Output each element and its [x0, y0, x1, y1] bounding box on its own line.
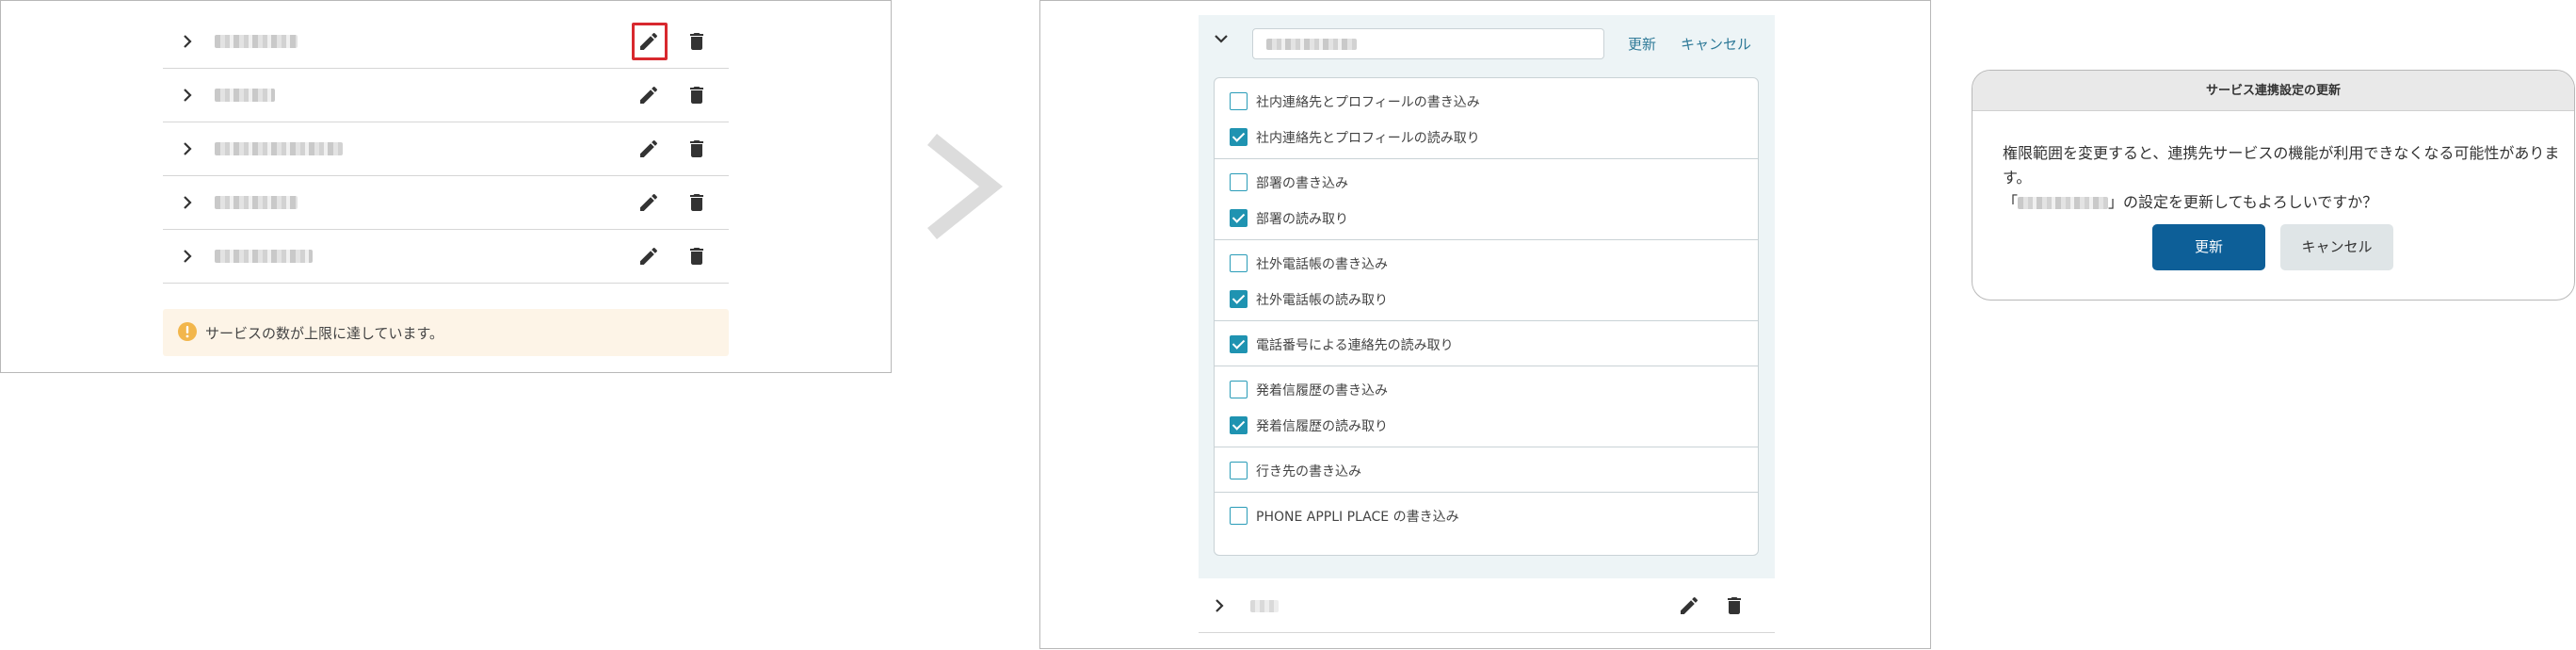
permission-checkbox[interactable] — [1230, 290, 1248, 308]
update-confirm-dialog: サービス連携設定の更新 権限範囲を変更すると、連携先サービスの機能が利用できなく… — [1972, 70, 2575, 301]
dialog-message: 権限範囲を変更すると、連携先サービスの機能が利用できなくなる可能性がありま す。… — [2003, 141, 2568, 215]
permission-label: 発着信履歴の書き込み — [1256, 383, 1388, 398]
trash-icon[interactable] — [685, 30, 708, 53]
trash-icon[interactable] — [685, 84, 708, 106]
permission-group: 社外電話帳の書き込み 社外電話帳の読み取り — [1215, 240, 1758, 321]
permission-checkbox[interactable] — [1230, 173, 1248, 191]
service-name-redacted — [2018, 197, 2109, 209]
trash-icon[interactable] — [685, 191, 708, 214]
permission-item[interactable]: 部署の書き込み — [1215, 164, 1758, 200]
permission-checkbox[interactable] — [1230, 128, 1248, 146]
service-name-redacted — [215, 250, 313, 263]
service-row[interactable] — [163, 15, 729, 69]
pencil-icon[interactable] — [637, 84, 660, 106]
permission-group: 部署の書き込み 部署の読み取り — [1215, 159, 1758, 240]
notice-text: サービスの数が上限に達しています。 — [205, 325, 444, 342]
permission-checkbox[interactable] — [1230, 335, 1248, 353]
permission-label: 部署の読み取り — [1256, 212, 1348, 227]
permission-checkbox[interactable] — [1230, 416, 1248, 434]
permission-label: 社内連絡先とプロフィールの書き込み — [1256, 95, 1480, 110]
service-row[interactable] — [163, 176, 729, 230]
permission-group: 電話番号による連絡先の読み取り — [1215, 321, 1758, 366]
permission-checkbox[interactable] — [1230, 254, 1248, 272]
permission-item[interactable]: 社外電話帳の書き込み — [1215, 245, 1758, 281]
update-button[interactable]: 更新 — [2152, 224, 2265, 270]
warning-icon — [178, 322, 197, 341]
pencil-icon[interactable] — [637, 138, 660, 160]
chevron-right-icon[interactable] — [180, 248, 195, 265]
permission-label: 社外電話帳の書き込み — [1256, 257, 1388, 272]
service-edit-form: 更新 キャンセル 社内連絡先とプロフィールの書き込み 社内連絡先とプロフィールの… — [1199, 15, 1775, 578]
dialog-message-line: 権限範囲を変更すると、連携先サービスの機能が利用できなくなる可能性がありま — [2003, 144, 2560, 162]
service-name-redacted — [215, 142, 343, 155]
permission-label: 発着信履歴の読み取り — [1256, 419, 1388, 434]
permission-item[interactable]: 社内連絡先とプロフィールの読み取り — [1215, 119, 1758, 154]
dialog-message-line: す。 — [2003, 169, 2032, 187]
service-name-redacted — [215, 196, 298, 209]
service-name-redacted — [1250, 600, 1279, 612]
cancel-button[interactable]: キャンセル — [2280, 224, 2393, 270]
permission-checkbox[interactable] — [1230, 381, 1248, 398]
service-row[interactable] — [1199, 579, 1775, 633]
permission-item[interactable]: 部署の読み取り — [1215, 200, 1758, 236]
permission-item[interactable]: 社外電話帳の読み取り — [1215, 281, 1758, 317]
permission-item[interactable]: 社内連絡先とプロフィールの書き込み — [1215, 83, 1758, 119]
dialog-message-line: 「 」の設定を更新してもよろしいですか？ — [2003, 190, 2568, 215]
chevron-right-arrow-icon — [927, 134, 1003, 239]
chevron-right-icon[interactable] — [1212, 597, 1227, 614]
confirm-question: 」の設定を更新してもよろしいですか？ — [2108, 193, 2378, 211]
service-name-redacted — [215, 35, 298, 48]
service-row[interactable] — [163, 69, 729, 122]
permission-label: 社外電話帳の読み取り — [1256, 293, 1388, 308]
chevron-right-icon[interactable] — [180, 87, 195, 104]
permission-label: 部署の書き込み — [1256, 176, 1348, 191]
service-row[interactable] — [163, 122, 729, 176]
permission-group: PHONE APPLI PLACE の書き込み — [1215, 493, 1758, 537]
permission-checkbox[interactable] — [1230, 507, 1248, 525]
quote-open: 「 — [2003, 193, 2019, 211]
pencil-icon[interactable] — [637, 191, 660, 214]
trash-icon[interactable] — [1723, 594, 1746, 617]
service-name-redacted — [1266, 39, 1357, 50]
chevron-right-icon[interactable] — [180, 33, 195, 50]
permission-item[interactable]: 発着信履歴の読み取り — [1215, 407, 1758, 443]
permission-item[interactable]: 電話番号による連絡先の読み取り — [1215, 326, 1758, 362]
permission-label: 電話番号による連絡先の読み取り — [1256, 338, 1454, 353]
chevron-right-icon[interactable] — [180, 140, 195, 157]
pencil-icon[interactable] — [637, 245, 660, 268]
permission-checkbox[interactable] — [1230, 462, 1248, 479]
service-name-redacted — [215, 89, 275, 102]
trash-icon[interactable] — [685, 245, 708, 268]
service-row[interactable] — [163, 230, 729, 284]
service-name-input[interactable] — [1252, 28, 1604, 59]
chevron-right-icon[interactable] — [180, 194, 195, 211]
update-link[interactable]: 更新 — [1628, 34, 1656, 54]
dialog-title: サービス連携設定の更新 — [1972, 71, 2574, 111]
chevron-down-icon[interactable] — [1212, 33, 1231, 46]
permission-item[interactable]: 行き先の書き込み — [1215, 452, 1758, 488]
trash-icon[interactable] — [685, 138, 708, 160]
permission-label: 社内連絡先とプロフィールの読み取り — [1256, 131, 1480, 146]
permission-checkbox[interactable] — [1230, 92, 1248, 110]
service-list — [163, 15, 729, 284]
permission-group: 社内連絡先とプロフィールの書き込み 社内連絡先とプロフィールの読み取り — [1215, 78, 1758, 159]
permission-group: 行き先の書き込み — [1215, 447, 1758, 493]
permission-list: 社内連絡先とプロフィールの書き込み 社内連絡先とプロフィールの読み取り 部署の書… — [1214, 77, 1759, 556]
pencil-icon[interactable] — [637, 30, 660, 53]
permission-group: 発着信履歴の書き込み 発着信履歴の読み取り — [1215, 366, 1758, 447]
permission-label: PHONE APPLI PLACE の書き込み — [1256, 510, 1459, 525]
limit-notice: サービスの数が上限に達しています。 — [163, 309, 729, 356]
service-list-panel: サービスの数が上限に達しています。 — [0, 0, 892, 373]
pencil-icon[interactable] — [1678, 594, 1700, 617]
permission-checkbox[interactable] — [1230, 209, 1248, 227]
permission-label: 行き先の書き込み — [1256, 464, 1361, 479]
cancel-link[interactable]: キャンセル — [1681, 34, 1751, 54]
permission-item[interactable]: 発着信履歴の書き込み — [1215, 371, 1758, 407]
permission-item[interactable]: PHONE APPLI PLACE の書き込み — [1215, 497, 1758, 533]
service-edit-panel: 更新 キャンセル 社内連絡先とプロフィールの書き込み 社内連絡先とプロフィールの… — [1039, 0, 1931, 649]
